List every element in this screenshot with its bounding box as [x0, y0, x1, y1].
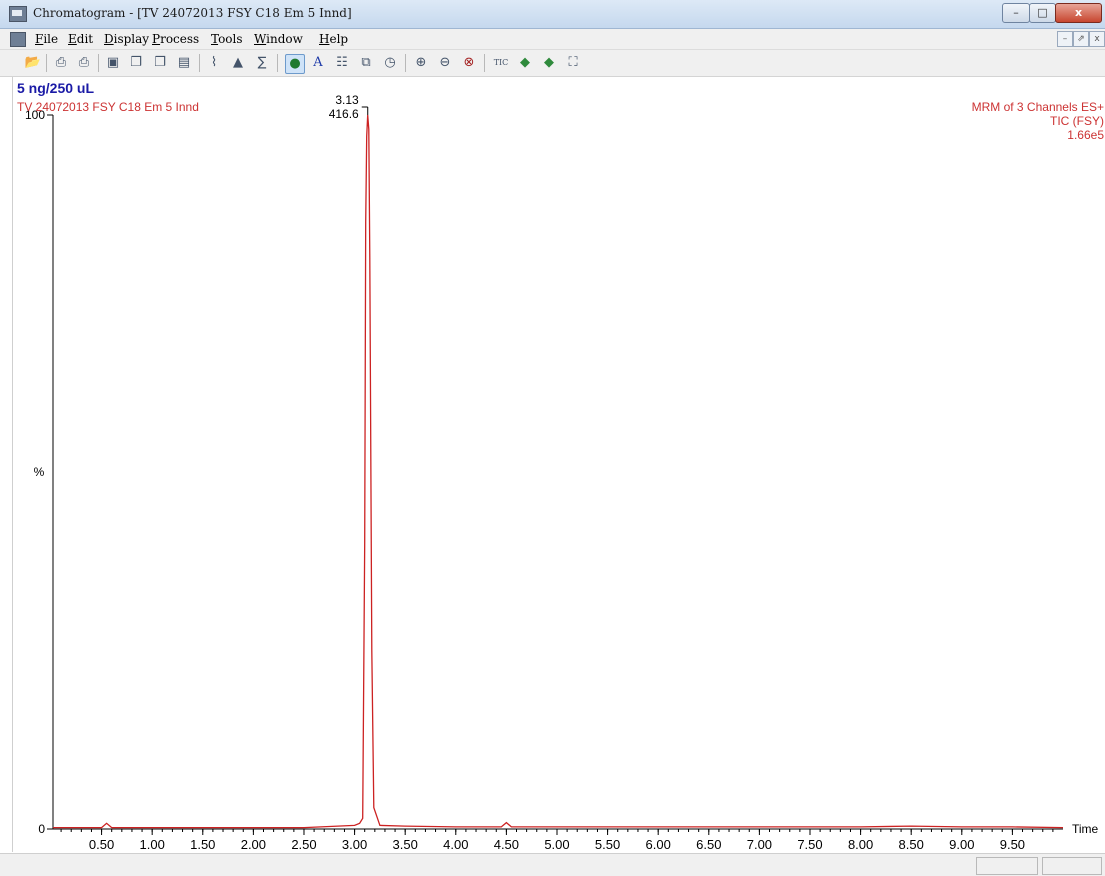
- peak-annotation-label: 3.13: [335, 93, 359, 107]
- back-arrow-icon[interactable]: ◆: [516, 54, 534, 72]
- close-button[interactable]: x: [1055, 3, 1102, 23]
- mrm-label: MRM of 3 Channels ES+: [971, 100, 1104, 114]
- x-tick-label: 7.00: [747, 837, 772, 852]
- toolbar-separator: [484, 54, 485, 72]
- tic-button[interactable]: TIC: [490, 54, 512, 72]
- chromatogram-icon[interactable]: ⌇: [205, 54, 223, 72]
- x-tick-label: 5.00: [544, 837, 569, 852]
- menu-help[interactable]: Help: [319, 32, 348, 46]
- maximize-button[interactable]: □: [1029, 3, 1056, 23]
- x-tick-label: 6.50: [696, 837, 721, 852]
- mdi-restore-button[interactable]: ⇗: [1073, 31, 1089, 47]
- x-tick-label: 4.50: [494, 837, 519, 852]
- zoom-reset-icon[interactable]: ⊗: [460, 54, 478, 72]
- menu-display[interactable]: Display: [104, 32, 149, 46]
- x-tick-label: 2.50: [291, 837, 316, 852]
- menu-tools[interactable]: Tools: [211, 32, 243, 46]
- chromatogram-chart[interactable]: 0.50 1.00 1.50 2.00 2.50 3.00 3.50 4.00 4.50 5.00…: [13, 77, 1105, 852]
- fit-icon[interactable]: ⛶: [564, 54, 582, 72]
- copy-list-icon[interactable]: ❐: [151, 54, 169, 72]
- toolbar-separator: [98, 54, 99, 72]
- status-bar: [0, 853, 1105, 876]
- y-tick-label: 0: [38, 822, 45, 836]
- window-title: Chromatogram - [TV 24072013 FSY C18 Em 5…: [33, 6, 352, 20]
- print-preview-icon[interactable]: ⎙: [75, 54, 93, 72]
- x-tick-label: 9.00: [949, 837, 974, 852]
- document-icon[interactable]: [10, 32, 26, 47]
- combine-icon[interactable]: ⧉: [357, 54, 375, 72]
- x-tick-label: 3.50: [393, 837, 418, 852]
- globe-icon[interactable]: ●: [285, 54, 305, 74]
- intensity-label: 1.66e5: [1067, 128, 1104, 142]
- x-tick-label: 5.50: [595, 837, 620, 852]
- font-icon[interactable]: A: [309, 54, 327, 72]
- x-tick-label: 3.00: [342, 837, 367, 852]
- toolbar: 📂 ⎙ ⎙ ▣ ❐ ❐ ▤ ⌇ ▲ ∑ ● A ☷ ⧉ ◷ ⊕ ⊖ ⊗ TIC …: [0, 50, 1105, 77]
- copy-icon[interactable]: ❐: [127, 54, 145, 72]
- title-bar[interactable]: Chromatogram - [TV 24072013 FSY C18 Em 5…: [0, 0, 1105, 29]
- camera-icon[interactable]: ▣: [104, 54, 122, 72]
- peak-annotation-label: 416.6: [329, 107, 359, 121]
- chromatogram-plot-area[interactable]: 0.50 1.00 1.50 2.00 2.50 3.00 3.50 4.00 4.50 5.00…: [12, 77, 1105, 852]
- paste-icon[interactable]: ▤: [175, 54, 193, 72]
- x-axis-label: Time: [1072, 822, 1099, 836]
- menu-file[interactable]: File: [35, 32, 58, 46]
- library-icon[interactable]: ☷: [333, 54, 351, 72]
- peak-detect-icon[interactable]: ▲: [229, 54, 247, 72]
- chromatogram-window: Chromatogram - [TV 24072013 FSY C18 Em 5…: [0, 0, 1105, 876]
- menu-edit[interactable]: Edit: [68, 32, 93, 46]
- mdi-close-button[interactable]: x: [1089, 31, 1105, 47]
- x-tick-label: 8.50: [899, 837, 924, 852]
- chromatogram-trace: [53, 114, 1064, 829]
- status-pane: [1042, 857, 1102, 875]
- tic-channel-label: TIC (FSY): [1050, 114, 1104, 128]
- toolbar-separator: [405, 54, 406, 72]
- x-tick-label: 6.00: [646, 837, 671, 852]
- app-icon[interactable]: [9, 6, 27, 22]
- status-pane: [976, 857, 1038, 875]
- menu-bar: File Edit Display Process Tools Window H…: [0, 29, 1105, 50]
- zoom-out-icon[interactable]: ⊖: [436, 54, 454, 72]
- sample-label: 5 ng/250 uL: [17, 80, 95, 96]
- x-tick-label: 2.00: [241, 837, 266, 852]
- integrate-icon[interactable]: ∑: [253, 54, 271, 72]
- zoom-in-icon[interactable]: ⊕: [412, 54, 430, 72]
- file-label: TV 24072013 FSY C18 Em 5 Innd: [17, 100, 199, 114]
- minimize-button[interactable]: –: [1002, 3, 1030, 23]
- x-tick-label: 9.50: [1000, 837, 1025, 852]
- timer-icon[interactable]: ◷: [381, 54, 399, 72]
- toolbar-separator: [46, 54, 47, 72]
- x-tick-label: 4.00: [443, 837, 468, 852]
- x-tick-label: 0.50: [89, 837, 114, 852]
- x-tick-label: 7.50: [797, 837, 822, 852]
- x-tick-label: 1.50: [190, 837, 215, 852]
- menu-process[interactable]: Process: [152, 32, 199, 46]
- print-icon[interactable]: ⎙: [52, 54, 70, 72]
- mdi-minimize-button[interactable]: –: [1057, 31, 1073, 47]
- forward-arrow-icon[interactable]: ◆: [540, 54, 558, 72]
- toolbar-separator: [199, 54, 200, 72]
- x-tick-label: 1.00: [140, 837, 165, 852]
- y-axis-label: %: [34, 465, 45, 479]
- open-icon[interactable]: 📂: [24, 54, 42, 72]
- x-tick-label: 8.00: [848, 837, 873, 852]
- toolbar-separator: [277, 54, 278, 72]
- menu-window[interactable]: Window: [254, 32, 303, 46]
